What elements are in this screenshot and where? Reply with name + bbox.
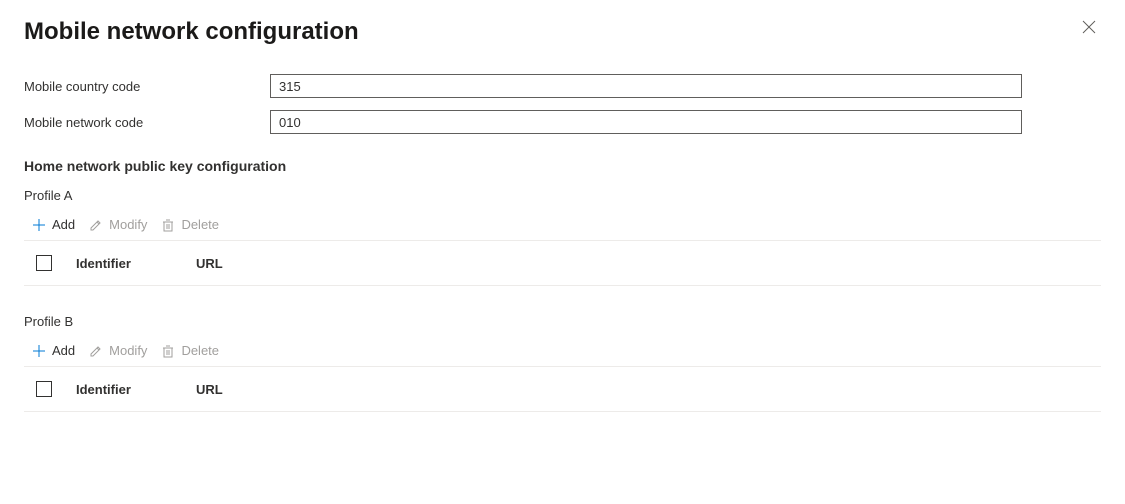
mcc-label: Mobile country code xyxy=(24,79,270,94)
panel-title: Mobile network configuration xyxy=(24,18,1101,46)
profile-b-select-all-checkbox[interactable] xyxy=(36,381,52,397)
column-url: URL xyxy=(196,256,223,271)
profile-a-toolbar: Add Modify xyxy=(24,213,1101,241)
profile-a-select-all-checkbox[interactable] xyxy=(36,255,52,271)
modify-label: Modify xyxy=(109,343,147,358)
column-url: URL xyxy=(196,382,223,397)
profile-a-delete-button: Delete xyxy=(161,217,219,232)
profile-b-block: Profile B Add Modify xyxy=(24,314,1101,412)
delete-label: Delete xyxy=(181,217,219,232)
profile-a-add-button[interactable]: Add xyxy=(32,217,75,232)
plus-icon xyxy=(32,344,46,358)
column-identifier: Identifier xyxy=(76,382,196,397)
mnc-label: Mobile network code xyxy=(24,115,270,130)
mcc-input[interactable] xyxy=(270,74,1022,98)
column-identifier: Identifier xyxy=(76,256,196,271)
profile-a-block: Profile A Add Modify xyxy=(24,188,1101,286)
modify-label: Modify xyxy=(109,217,147,232)
pencil-icon xyxy=(89,344,103,358)
delete-label: Delete xyxy=(181,343,219,358)
close-icon xyxy=(1082,20,1096,37)
profile-a-modify-button: Modify xyxy=(89,217,147,232)
profile-b-add-button[interactable]: Add xyxy=(32,343,75,358)
profile-b-toolbar: Add Modify xyxy=(24,339,1101,367)
mobile-network-config-panel: Mobile network configuration Mobile coun… xyxy=(0,0,1125,464)
profile-a-table-header: Identifier URL xyxy=(24,241,1101,286)
mnc-row: Mobile network code xyxy=(24,110,1101,134)
profile-b-table-header: Identifier URL xyxy=(24,367,1101,412)
section-heading: Home network public key configuration xyxy=(24,158,1101,174)
profile-a-label: Profile A xyxy=(24,188,1101,203)
trash-icon xyxy=(161,344,175,358)
mnc-input[interactable] xyxy=(270,110,1022,134)
close-button[interactable] xyxy=(1081,20,1097,36)
profile-b-modify-button: Modify xyxy=(89,343,147,358)
mcc-row: Mobile country code xyxy=(24,74,1101,98)
add-label: Add xyxy=(52,343,75,358)
trash-icon xyxy=(161,218,175,232)
profile-b-label: Profile B xyxy=(24,314,1101,329)
plus-icon xyxy=(32,218,46,232)
add-label: Add xyxy=(52,217,75,232)
pencil-icon xyxy=(89,218,103,232)
profile-b-delete-button: Delete xyxy=(161,343,219,358)
